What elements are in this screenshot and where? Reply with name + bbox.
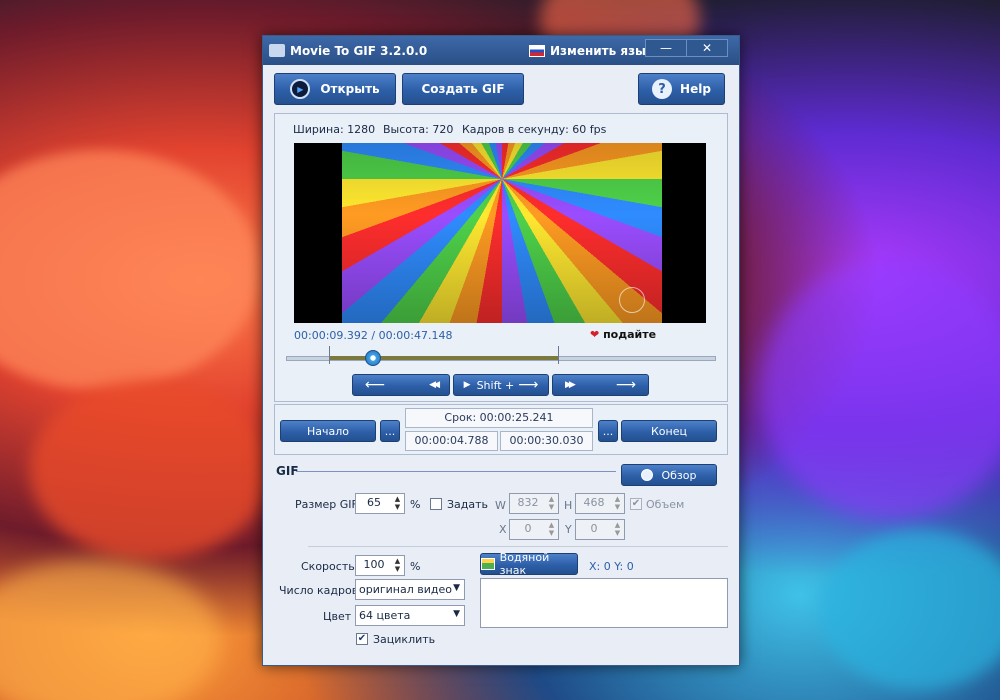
spinner-arrows-icon[interactable]: ▲ ▼ bbox=[392, 495, 403, 512]
watermark-label: Водяной знак bbox=[499, 551, 550, 577]
volume-checkbox[interactable]: ✔ bbox=[630, 498, 642, 510]
minimize-button[interactable]: — bbox=[645, 39, 687, 57]
speed-percent: % bbox=[410, 560, 421, 573]
width-spinner[interactable]: 832 ▲ ▼ bbox=[509, 493, 559, 514]
gif-size-spinner[interactable]: 65 ▲ ▼ bbox=[355, 493, 405, 514]
arrow-right-icon: ⟶ bbox=[518, 377, 539, 393]
shift-play-button[interactable]: ▶ Shift + ⟶ bbox=[453, 374, 549, 396]
spinner-arrows-icon[interactable]: ▲ ▼ bbox=[612, 495, 623, 512]
frames-dropdown[interactable]: оригинал видео ▼ bbox=[355, 579, 465, 600]
open-button[interactable]: ▶ Открыть bbox=[274, 73, 396, 105]
speed-spinner[interactable]: 100 ▲ ▼ bbox=[355, 555, 405, 576]
speed-value: 100 bbox=[363, 558, 385, 571]
playhead-slider[interactable] bbox=[364, 350, 381, 366]
donate-label: подайте bbox=[603, 328, 657, 341]
video-frame bbox=[342, 143, 662, 323]
start-browse-button[interactable]: ... bbox=[380, 420, 400, 442]
frames-value: оригинал видео bbox=[359, 583, 452, 596]
start-button[interactable]: Начало bbox=[280, 420, 376, 442]
color-value: 64 цвета bbox=[359, 609, 411, 622]
video-width: Ширина: 1280 bbox=[293, 123, 376, 136]
height-value: 468 bbox=[583, 496, 605, 509]
arrow-left-icon: ⟵ bbox=[365, 377, 386, 393]
window-title: Movie To GIF 3.2.0.0 bbox=[290, 44, 428, 58]
playback-time: 00:00:09.392 / 00:00:47.148 bbox=[294, 329, 453, 342]
dropdown-arrow-icon: ▼ bbox=[453, 609, 460, 619]
watermark-button[interactable]: Водяной знак bbox=[480, 551, 578, 577]
image-icon bbox=[481, 558, 495, 570]
loop-checkbox[interactable]: ✔ bbox=[356, 633, 368, 645]
change-language-button[interactable]: Изменить язык bbox=[550, 44, 654, 58]
duration-field: Срок: 00:00:25.241 bbox=[405, 408, 593, 428]
height-label: H bbox=[564, 499, 573, 512]
range-start-marker[interactable] bbox=[329, 346, 330, 364]
app-icon bbox=[269, 44, 285, 57]
color-label: Цвет bbox=[323, 610, 352, 623]
end-browse-button[interactable]: ... bbox=[598, 420, 618, 442]
help-button[interactable]: ? Help bbox=[638, 73, 725, 105]
fast-forward-icon: ▶▶ bbox=[565, 380, 576, 390]
russian-flag-icon[interactable] bbox=[529, 45, 545, 57]
gif-size-label: Размер GIF bbox=[295, 498, 358, 511]
heart-icon: ❤ bbox=[590, 328, 600, 341]
create-gif-button[interactable]: Создать GIF bbox=[402, 73, 524, 105]
rewind-icon: ◀◀ bbox=[429, 380, 440, 390]
spinner-arrows-icon[interactable]: ▲ ▼ bbox=[392, 557, 403, 574]
spinner-arrows-icon[interactable]: ▲ ▼ bbox=[612, 521, 623, 538]
width-label: W bbox=[495, 499, 506, 512]
x-label: X bbox=[499, 523, 507, 536]
volume-label: Объем bbox=[646, 498, 685, 511]
set-size-checkbox[interactable] bbox=[430, 498, 442, 510]
gif-size-percent: % bbox=[410, 498, 421, 511]
arrow-right-icon: ⟶ bbox=[615, 377, 636, 393]
spinner-arrows-icon[interactable]: ▲ ▼ bbox=[546, 495, 557, 512]
video-preview[interactable] bbox=[294, 143, 706, 323]
browse-output-button[interactable]: Обзор bbox=[621, 464, 717, 486]
video-fps: Кадров в секунду: 60 fps bbox=[462, 123, 607, 136]
gif-separator bbox=[296, 471, 616, 472]
options-separator bbox=[308, 546, 728, 547]
watermark-icon bbox=[619, 287, 645, 313]
y-spinner[interactable]: 0 ▲ ▼ bbox=[575, 519, 625, 540]
watermark-coords: X: 0 Y: 0 bbox=[589, 560, 634, 573]
set-size-label: Задать bbox=[447, 498, 489, 511]
title-bar: Movie To GIF 3.2.0.0 Изменить язык — ✕ bbox=[263, 36, 739, 65]
step-back-button[interactable]: ⟵ ◀◀ bbox=[352, 374, 450, 396]
x-value: 0 bbox=[524, 522, 532, 535]
video-height: Высота: 720 bbox=[383, 123, 454, 136]
spinner-arrows-icon[interactable]: ▲ ▼ bbox=[546, 521, 557, 538]
browse-output-label: Обзор bbox=[661, 468, 697, 482]
step-forward-button[interactable]: ▶▶ ⟶ bbox=[552, 374, 649, 396]
width-value: 832 bbox=[517, 496, 539, 509]
height-spinner[interactable]: 468 ▲ ▼ bbox=[575, 493, 625, 514]
watermark-preview-box[interactable] bbox=[480, 578, 728, 628]
close-button[interactable]: ✕ bbox=[686, 39, 728, 57]
open-button-label: Открыть bbox=[320, 82, 380, 96]
donate-link[interactable]: ❤ подайте bbox=[590, 328, 656, 341]
play-circle-icon: ▶ bbox=[290, 79, 311, 99]
shift-label: Shift + bbox=[476, 378, 515, 392]
help-label: Help bbox=[680, 82, 711, 96]
help-icon: ? bbox=[652, 79, 673, 99]
play-icon: ▶ bbox=[463, 380, 471, 390]
loop-label: Зациклить bbox=[373, 633, 436, 646]
range-end-marker[interactable] bbox=[558, 346, 559, 364]
end-button[interactable]: Конец bbox=[621, 420, 717, 442]
create-gif-label: Создать GIF bbox=[421, 82, 505, 96]
app-window: Movie To GIF 3.2.0.0 Изменить язык — ✕ ▶… bbox=[262, 35, 740, 666]
end-time-field[interactable]: 00:00:30.030 bbox=[500, 431, 593, 451]
magnifier-icon bbox=[641, 469, 654, 481]
y-label: Y bbox=[565, 523, 572, 536]
gif-size-value: 65 bbox=[367, 496, 381, 509]
x-spinner[interactable]: 0 ▲ ▼ bbox=[509, 519, 559, 540]
dropdown-arrow-icon: ▼ bbox=[453, 583, 460, 593]
speed-label: Скорость bbox=[301, 560, 355, 573]
y-value: 0 bbox=[590, 522, 598, 535]
frames-label: Число кадров bbox=[279, 584, 359, 597]
color-dropdown[interactable]: 64 цвета ▼ bbox=[355, 605, 465, 626]
start-time-field[interactable]: 00:00:04.788 bbox=[405, 431, 498, 451]
